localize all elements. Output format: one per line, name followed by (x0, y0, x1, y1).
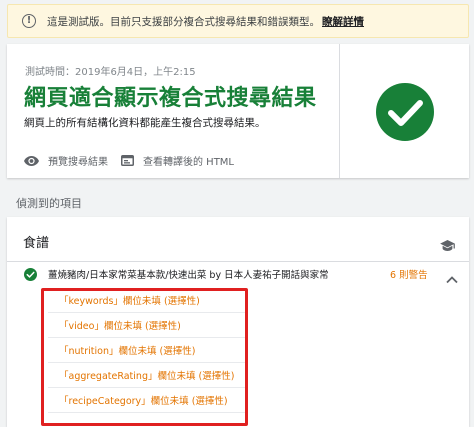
warning-count: 6 則警告 (390, 270, 428, 281)
card-divider (339, 44, 340, 178)
learn-more-link[interactable]: 瞭解詳情 (322, 14, 364, 29)
issue-item[interactable]: 「aggregateRating」欄位未填 (選擇性) (48, 363, 248, 388)
recipe-item-row[interactable]: 薑燒豬肉/日本家常菜基本款/快速出菜 by 日本人妻祐子開話與家常 6 則警告 (7, 261, 469, 286)
view-rendered-html-label: 查看轉譯後的 HTML (143, 157, 235, 168)
beta-notice-banner: ! 這是測試版。目前只支援部分複合式搜尋結果和錯誤類型。 瞭解詳情 (7, 4, 469, 38)
preview-results-button[interactable]: 預覽搜尋結果 (24, 153, 108, 168)
chevron-up-icon[interactable] (446, 269, 458, 288)
check-circle-icon (375, 82, 435, 146)
result-title: 網頁適合顯示複合式搜尋結果 (24, 86, 317, 111)
issue-item[interactable]: 「keywords」欄位未填 (選擇性) (48, 288, 248, 313)
issue-item[interactable]: 「recipeCategory」欄位未填 (選擇性) (48, 388, 248, 413)
detected-items-heading: 偵測到的項目 (16, 197, 82, 210)
recipe-item-label: 薑燒豬肉/日本家常菜基本款/快速出菜 by 日本人妻祐子開話與家常 (48, 270, 329, 281)
panel-title: 食譜 (23, 236, 50, 251)
result-description: 網頁上的所有結構化資料都能產生複合式搜尋結果。 (24, 117, 266, 129)
beta-notice-text: 這是測試版。目前只支援部分複合式搜尋結果和錯誤類型。 (47, 15, 320, 28)
graduation-cap-icon (440, 236, 455, 255)
eye-icon (24, 155, 39, 166)
issue-item[interactable]: 「video」欄位未填 (選擇性) (48, 313, 248, 338)
code-window-icon (121, 155, 134, 166)
preview-results-label: 預覽搜尋結果 (48, 157, 108, 168)
test-time: 測試時間：2019年6月4日，上午2:15 (25, 67, 196, 78)
view-rendered-html-button[interactable]: 查看轉譯後的 HTML (121, 153, 234, 168)
issue-item[interactable]: 「nutrition」欄位未填 (選擇性) (48, 338, 248, 363)
valid-check-icon (24, 267, 37, 281)
test-result-card: 測試時間：2019年6月4日，上午2:15 網頁適合顯示複合式搜尋結果 網頁上的… (7, 44, 469, 178)
warning-icon: ! (22, 14, 36, 28)
